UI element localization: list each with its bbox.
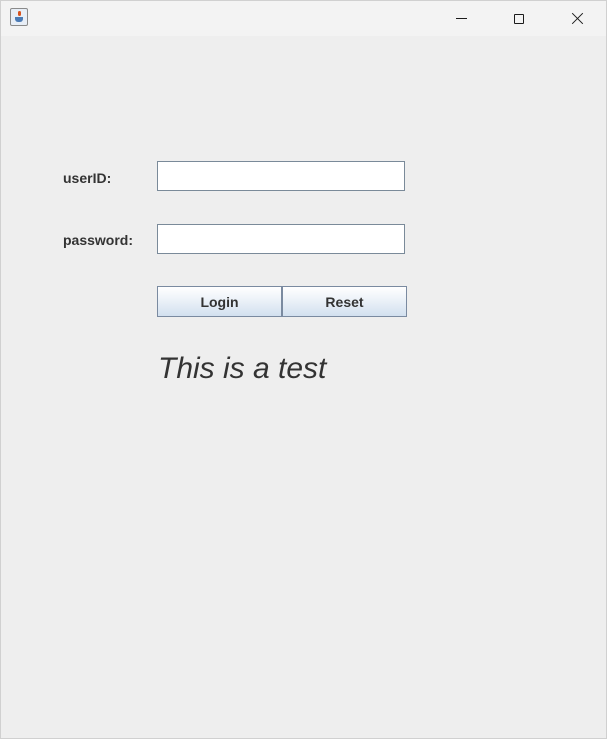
password-field[interactable] [157,224,405,254]
title-bar[interactable] [1,1,606,36]
userid-field[interactable] [157,161,405,191]
password-label: password: [63,232,134,248]
close-icon [571,12,584,25]
minimize-button[interactable] [432,1,490,36]
maximize-button[interactable] [490,1,548,36]
java-cup-shape [15,17,23,22]
close-button[interactable] [548,1,606,36]
java-steam-shape [18,11,21,16]
minimize-icon [455,18,467,19]
app-window: userID: password: Login Reset This is a … [0,0,607,739]
login-button[interactable]: Login [157,286,282,317]
userid-label: userID: [63,170,112,186]
status-message: This is a test [158,352,327,385]
maximize-icon [514,13,524,24]
java-cup-icon[interactable] [10,8,28,26]
reset-button[interactable]: Reset [282,286,407,317]
